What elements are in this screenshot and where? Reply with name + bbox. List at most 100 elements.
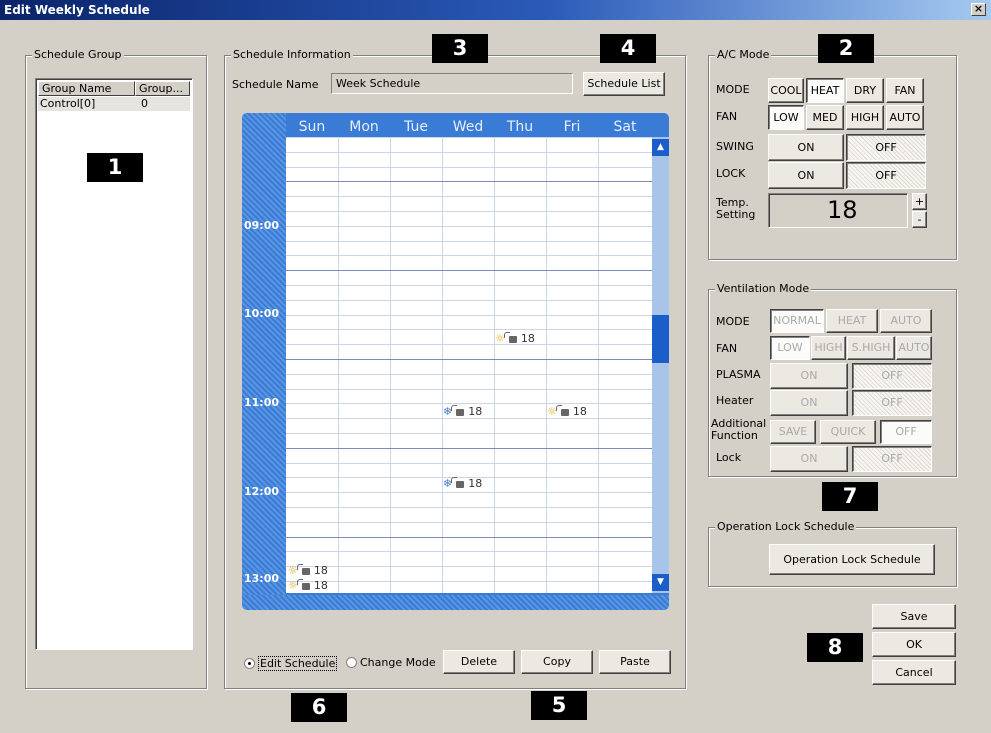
save-button[interactable]: Save — [872, 604, 956, 629]
column-header-group-name[interactable]: Group Name — [38, 81, 135, 96]
ac-lock-off-button[interactable]: OFF — [846, 162, 926, 189]
radio-selected-icon — [244, 658, 255, 669]
schedule-entry[interactable]: ❄ 18 — [443, 405, 482, 418]
time-label-1000: 10:00 — [244, 307, 280, 320]
scroll-up-icon[interactable]: ▲ — [652, 139, 669, 156]
cancel-button[interactable]: Cancel — [872, 660, 956, 685]
heater-label: Heater — [716, 394, 754, 407]
vent-lock-off-button[interactable]: OFF — [852, 446, 932, 472]
heater-on-button[interactable]: ON — [770, 390, 848, 416]
vent-lock-on-button[interactable]: ON — [770, 446, 848, 472]
lock-icon — [503, 332, 517, 343]
schedule-name-value: Week Schedule — [336, 77, 421, 90]
schedule-cells[interactable]: ☼ 18 ❄ 18 ☼ 18 ❄ 18 ☼ 18 ☼ 18 — [286, 137, 652, 593]
heater-off-button[interactable]: OFF — [852, 390, 932, 416]
schedule-entry[interactable]: ☼ 18 — [288, 564, 328, 577]
lock-icon — [451, 477, 465, 488]
ac-fan-auto-button[interactable]: AUTO — [886, 105, 924, 130]
schedule-name-label: Schedule Name — [232, 78, 319, 91]
grid-day-divider — [338, 137, 339, 593]
grid-day-divider — [390, 137, 391, 593]
vent-mode-normal-button[interactable]: NORMAL — [770, 309, 824, 333]
plasma-on-button[interactable]: ON — [770, 363, 848, 389]
paste-button[interactable]: Paste — [599, 650, 671, 674]
grid-row-line — [286, 137, 652, 138]
ac-mode-heat-button[interactable]: HEAT — [806, 78, 844, 103]
schedule-name-field[interactable]: Week Schedule — [331, 73, 573, 94]
grid-row-line — [286, 418, 652, 419]
ac-swing-on-button[interactable]: ON — [768, 134, 844, 161]
grid-row-line — [286, 211, 652, 212]
ac-fan-low-button[interactable]: LOW — [768, 105, 804, 130]
grid-row-line — [286, 152, 652, 153]
grid-row-line — [286, 507, 652, 508]
entry-temp: 18 — [468, 477, 483, 490]
ac-fan-high-button[interactable]: HIGH — [846, 105, 884, 130]
ac-mode-cool-button[interactable]: COOL — [768, 78, 804, 103]
ac-mode-dry-button[interactable]: DRY — [846, 78, 884, 103]
vent-fan-label: FAN — [716, 342, 738, 355]
day-header-sat: Sat — [613, 119, 637, 135]
schedule-entry[interactable]: ☼ 18 — [288, 579, 328, 592]
ac-lock-label: LOCK — [716, 167, 746, 180]
ac-mode-label: MODE — [716, 83, 750, 96]
ok-button[interactable]: OK — [872, 632, 956, 657]
grid-row-line — [286, 389, 652, 390]
vent-mode-auto-button[interactable]: AUTO — [880, 309, 932, 333]
day-header-tue: Tue — [404, 119, 428, 135]
title-bar: Edit Weekly Schedule × — [0, 0, 991, 20]
close-icon[interactable]: × — [971, 3, 986, 16]
schedule-entry[interactable]: ❄ 18 — [443, 477, 482, 490]
ac-fan-med-button[interactable]: MED — [806, 105, 844, 130]
vent-fan-shigh-button[interactable]: S.HIGH — [847, 336, 895, 360]
list-item[interactable]: Control[0] 0 — [38, 97, 190, 111]
time-label-1300: 13:00 — [244, 572, 280, 585]
day-header-thu: Thu — [506, 119, 534, 135]
grid-row-line — [286, 241, 652, 242]
day-header-fri: Fri — [563, 119, 581, 135]
time-label-1100: 11:00 — [244, 396, 280, 409]
ac-mode-fan-button[interactable]: FAN — [886, 78, 924, 103]
additional-label-line1: Additional — [711, 417, 767, 430]
copy-button[interactable]: Copy — [521, 650, 593, 674]
ac-swing-off-button[interactable]: OFF — [846, 134, 926, 161]
entry-temp: 18 — [572, 405, 587, 418]
grid-row-line — [286, 581, 652, 582]
delete-button[interactable]: Delete — [443, 650, 515, 674]
ac-lock-on-button[interactable]: ON — [768, 162, 844, 189]
column-header-group[interactable]: Group... — [135, 81, 190, 96]
vent-fan-low-button[interactable]: LOW — [770, 336, 810, 360]
vent-fan-auto-button[interactable]: AUTO — [896, 336, 932, 360]
vent-mode-heat-button[interactable]: HEAT — [826, 309, 878, 333]
grid-row-line — [286, 285, 652, 286]
temp-decrease-button[interactable]: - — [912, 211, 927, 228]
plasma-off-button[interactable]: OFF — [852, 363, 932, 389]
grid-day-divider — [598, 137, 599, 593]
grid-row-line — [286, 492, 652, 493]
scroll-thumb[interactable] — [652, 315, 669, 363]
additional-off-button[interactable]: OFF — [880, 420, 932, 444]
operation-lock-schedule-button[interactable]: Operation Lock Schedule — [769, 544, 935, 575]
operation-lock-legend: Operation Lock Schedule — [715, 520, 857, 533]
schedule-scrollbar[interactable]: ▲ ▼ — [652, 137, 669, 593]
ac-fan-label: FAN — [716, 110, 738, 123]
schedule-list-button[interactable]: Schedule List — [583, 72, 665, 96]
scroll-down-icon[interactable]: ▼ — [652, 574, 669, 591]
schedule-entry[interactable]: ☼ 18 — [495, 332, 535, 345]
vent-fan-high-button[interactable]: HIGH — [811, 336, 846, 360]
vent-mode-label: MODE — [716, 315, 750, 328]
edit-schedule-radio[interactable]: Edit Schedule — [244, 656, 338, 671]
grid-row-line — [286, 433, 652, 434]
temp-increase-button[interactable]: + — [912, 193, 927, 210]
schedule-entry[interactable]: ☼ 18 — [547, 405, 587, 418]
grid-row-line — [286, 300, 652, 301]
additional-save-button[interactable]: SAVE — [770, 420, 816, 444]
weekly-schedule-grid[interactable]: Sun Mon Tue Wed Thu Fri Sat 09:00 10:00 … — [242, 113, 669, 610]
grid-row-line — [286, 374, 652, 375]
temp-label-line2: Setting — [716, 207, 756, 221]
grid-row-line — [286, 403, 652, 404]
plasma-label: PLASMA — [716, 368, 761, 381]
entry-temp: 18 — [313, 564, 328, 577]
additional-quick-button[interactable]: QUICK — [820, 420, 876, 444]
change-mode-radio[interactable]: Change Mode — [346, 656, 436, 669]
